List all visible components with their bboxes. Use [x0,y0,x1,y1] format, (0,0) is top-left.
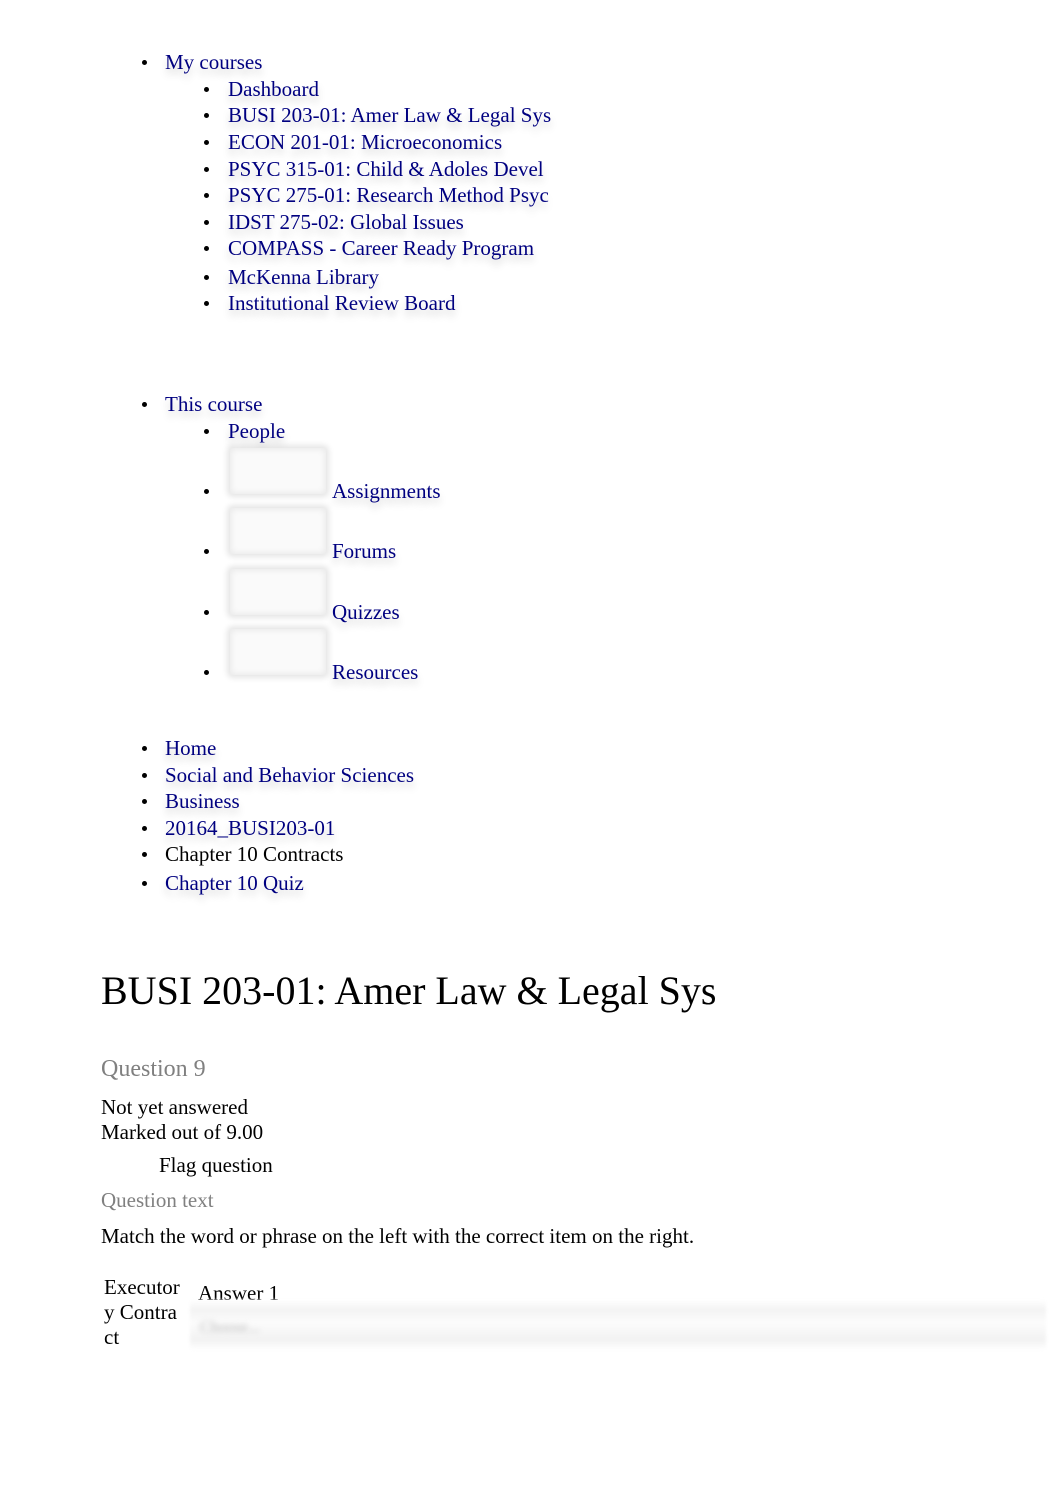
nav-item-dashboard[interactable]: Dashboard [204,76,319,102]
breadcrumb-item[interactable]: 20164_BUSI203-01 [142,815,335,841]
question-grade: Marked out of 9.00 [101,1120,264,1144]
breadcrumb-text: Chapter 10 Contracts [165,842,344,866]
nav-item-people[interactable]: People [204,418,285,444]
bullet-icon [204,167,209,172]
nav-item-library[interactable]: McKenna Library [204,264,379,290]
nav-link[interactable]: McKenna Library [228,265,379,289]
bullet-icon [204,193,209,198]
question-state: Not yet answered [101,1095,248,1119]
breadcrumb-item[interactable]: Home [142,735,216,761]
nav-link[interactable]: IDST 275-02: Global Issues [228,210,464,234]
nav-link[interactable]: People [228,419,285,443]
nav-link[interactable]: Dashboard [228,77,319,101]
page-title: BUSI 203-01: Amer Law & Legal Sys [101,968,717,1013]
nav-link[interactable]: BUSI 203-01: Amer Law & Legal Sys [228,103,551,127]
nav-item-course[interactable]: BUSI 203-01: Amer Law & Legal Sys [204,102,551,128]
nav-item-resources[interactable]: Resources [204,659,418,685]
nav-link[interactable]: PSYC 315-01: Child & Adoles Devel [228,157,544,181]
nav-item-course[interactable]: IDST 275-02: Global Issues [204,209,464,235]
flag-question-toggle[interactable]: Flag question [101,1152,273,1178]
bullet-icon [204,87,209,92]
bullet-icon [204,549,209,554]
nav-item-course[interactable]: COMPASS - Career Ready Program [204,235,534,261]
bullet-icon [142,746,147,751]
bullet-icon [204,220,209,225]
bullet-icon [142,799,147,804]
bullet-icon [204,489,209,494]
this-course-link[interactable]: This course [165,392,262,416]
nav-link[interactable]: PSYC 275-01: Research Method Psyc [228,183,549,207]
bullet-icon [204,610,209,615]
nav-link[interactable]: Resources [332,660,418,684]
breadcrumb-item[interactable]: Business [142,788,240,814]
nav-my-courses-header[interactable]: My courses [142,49,262,75]
breadcrumb-link[interactable]: Home [165,736,216,760]
flag-question-label[interactable]: Flag question [159,1152,273,1178]
nav-link[interactable]: ECON 201-01: Microeconomics [228,130,502,154]
question-number: Question 9 [101,1056,206,1082]
bullet-icon [204,429,209,434]
breadcrumb-link[interactable]: Social and Behavior Sciences [165,763,414,787]
flag-icon[interactable] [101,1154,151,1176]
bullet-icon [204,301,209,306]
bullet-icon [204,670,209,675]
nav-item-quizzes[interactable]: Quizzes [204,599,400,625]
nav-item-course[interactable]: PSYC 315-01: Child & Adoles Devel [204,156,544,182]
bullet-icon [142,881,147,886]
nav-this-course-header[interactable]: This course [142,391,262,417]
nav-link[interactable]: COMPASS - Career Ready Program [228,236,534,260]
bullet-icon [204,113,209,118]
breadcrumb-item: Chapter 10 Contracts [142,841,344,867]
nav-link[interactable]: Assignments [332,479,441,503]
nav-item-irb[interactable]: Institutional Review Board [204,290,455,316]
bullet-icon [142,402,147,407]
bullet-icon [204,140,209,145]
bullet-icon [142,852,147,857]
bullet-icon [142,826,147,831]
question-text-label: Question text [101,1188,214,1212]
breadcrumb-item[interactable]: Social and Behavior Sciences [142,762,414,788]
nav-link[interactable]: Quizzes [332,600,400,624]
nav-item-course[interactable]: PSYC 275-01: Research Method Psyc [204,182,549,208]
my-courses-link[interactable]: My courses [165,50,262,74]
breadcrumb-link[interactable]: 20164_BUSI203-01 [165,816,335,840]
breadcrumb-link[interactable]: Chapter 10 Quiz [165,871,304,895]
breadcrumb-item[interactable]: Chapter 10 Quiz [142,870,304,896]
bullet-icon [204,246,209,251]
nav-item-assignments[interactable]: Assignments [204,478,441,504]
nav-link[interactable]: Forums [332,539,396,563]
breadcrumb-link[interactable]: Business [165,789,240,813]
answer-select[interactable] [190,1300,1046,1350]
answer-select-value[interactable]: Choose... [200,1318,260,1338]
bullet-icon [204,275,209,280]
question-prompt: Match the word or phrase on the left wit… [101,1224,695,1248]
bullet-icon [142,773,147,778]
nav-item-course[interactable]: ECON 201-01: Microeconomics [204,129,502,155]
match-term: Executory Contract [104,1275,180,1349]
nav-link[interactable]: Institutional Review Board [228,291,455,315]
nav-item-forums[interactable]: Forums [204,538,396,564]
bullet-icon [142,60,147,65]
